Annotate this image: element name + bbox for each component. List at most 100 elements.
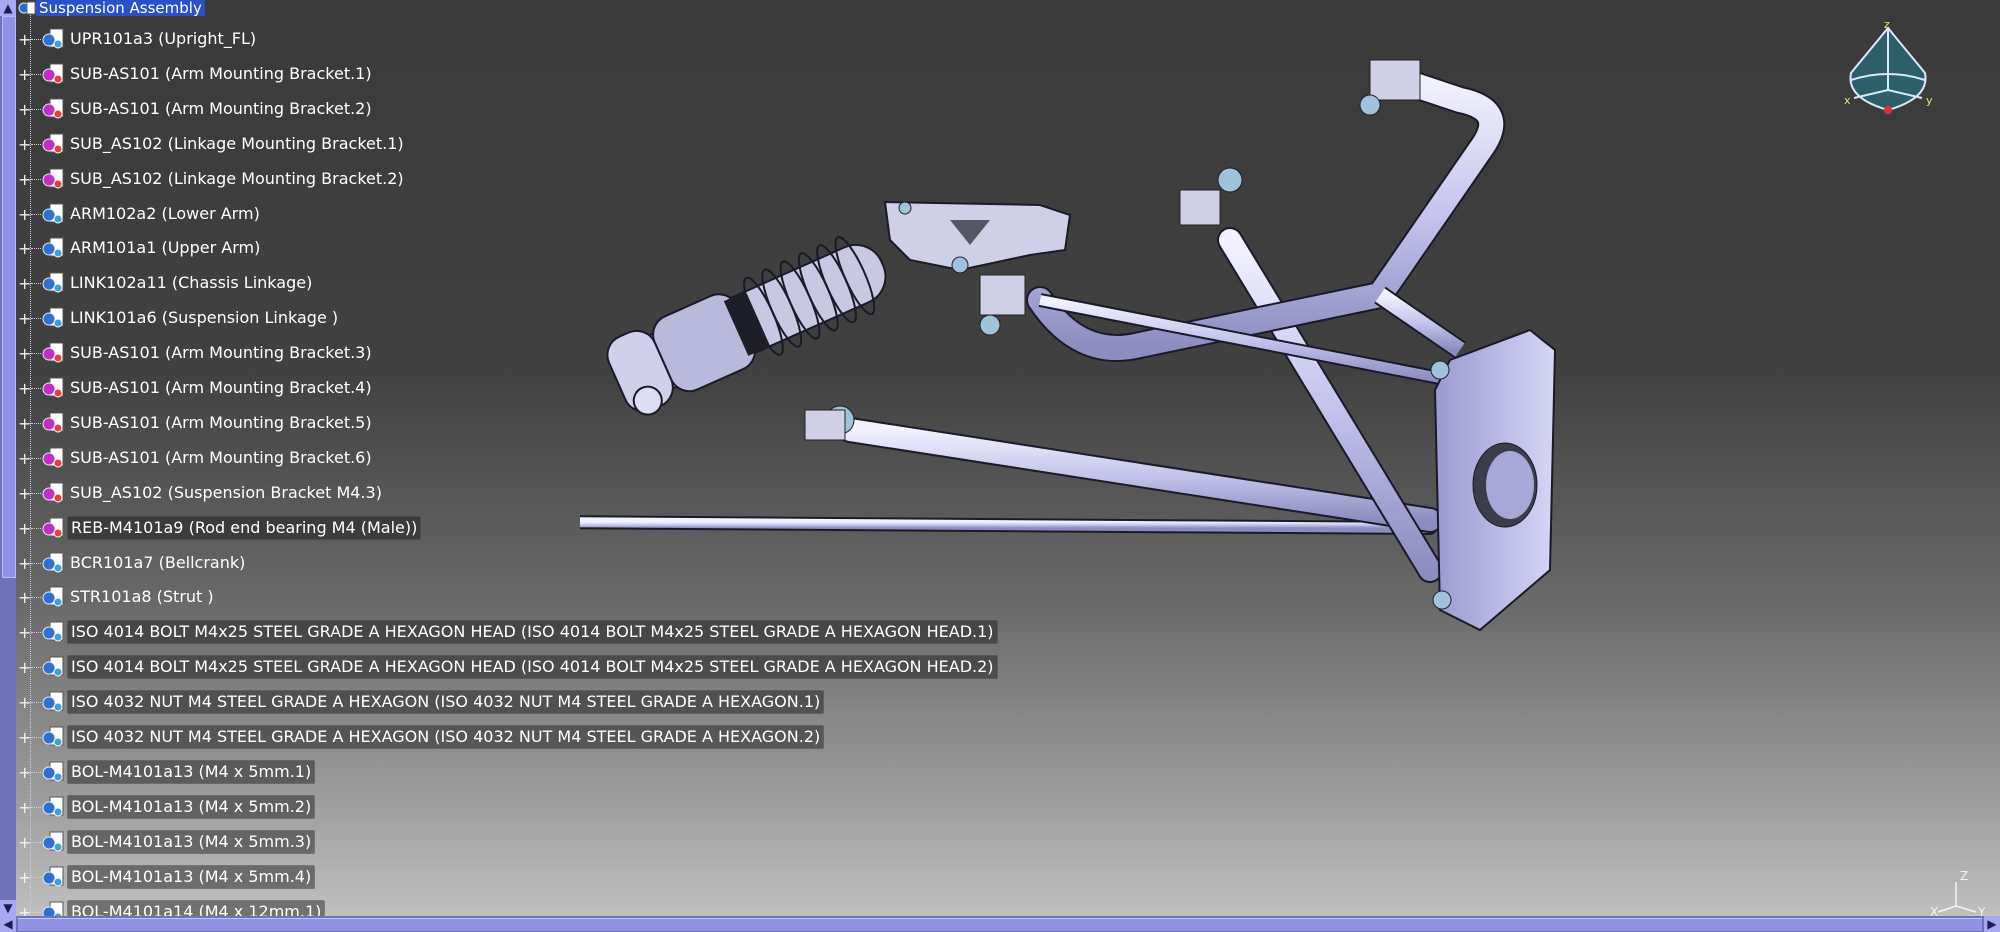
expand-plus-icon[interactable]: +: [18, 240, 31, 256]
tree-row[interactable]: + ARM101a1 (Upper Arm): [16, 234, 263, 262]
tree-item-label[interactable]: SUB-AS101 (Arm Mounting Bracket.4): [67, 377, 375, 399]
subassembly-icon: [42, 133, 64, 154]
part-icon: [42, 552, 64, 573]
tree-branch-line: [31, 876, 41, 878]
tree-item-label[interactable]: SUB-AS101 (Arm Mounting Bracket.3): [67, 342, 375, 364]
expand-plus-icon[interactable]: +: [18, 31, 31, 47]
subassembly-icon: [42, 342, 64, 363]
scroll-right-icon[interactable]: ▶: [1984, 916, 2000, 932]
tree-row[interactable]: + SUB-AS101 (Arm Mounting Bracket.5): [16, 409, 375, 437]
expand-plus-icon[interactable]: +: [18, 485, 31, 501]
tree-item-label[interactable]: BOL-M4101a13 (M4 x 5mm.2): [67, 795, 316, 819]
tree-item-label[interactable]: ARM101a1 (Upper Arm): [67, 237, 263, 259]
vertical-scrollbar[interactable]: ▲ ▼: [0, 0, 16, 916]
tree-row[interactable]: + STR101a8 (Strut ): [16, 583, 217, 611]
tree-item-label[interactable]: LINK101a6 (Suspension Linkage ): [67, 307, 341, 329]
tree-item-label[interactable]: ISO 4014 BOLT M4x25 STEEL GRADE A HEXAGO…: [67, 655, 998, 679]
expand-plus-icon[interactable]: +: [18, 415, 31, 431]
scroll-left-icon[interactable]: ◀: [0, 916, 16, 932]
tree-row[interactable]: + BCR101a7 (Bellcrank): [16, 549, 248, 577]
expand-plus-icon[interactable]: +: [18, 310, 31, 326]
expand-plus-icon[interactable]: +: [18, 206, 31, 222]
tree-row[interactable]: + SUB_AS102 (Linkage Mounting Bracket.1): [16, 130, 407, 158]
tree-row[interactable]: + SUB_AS102 (Suspension Bracket M4.3): [16, 479, 385, 507]
expand-plus-icon[interactable]: +: [18, 694, 31, 710]
tree-row[interactable]: + ARM102a2 (Lower Arm): [16, 200, 263, 228]
tree-row[interactable]: + UPR101a3 (Upright_FL): [16, 25, 259, 53]
tree-row[interactable]: + LINK102a11 (Chassis Linkage): [16, 269, 315, 297]
tree-item-label[interactable]: SUB-AS101 (Arm Mounting Bracket.6): [67, 447, 375, 469]
expand-plus-icon[interactable]: +: [18, 275, 31, 291]
expand-plus-icon[interactable]: +: [18, 624, 31, 640]
axis-triad-icon: Z X Y: [1930, 869, 1986, 918]
tree-branch-line: [31, 422, 41, 424]
tree-item-label[interactable]: SUB_AS102 (Suspension Bracket M4.3): [67, 482, 385, 504]
tree-row[interactable]: + BOL-M4101a13 (M4 x 5mm.3): [16, 828, 316, 856]
tree-item-label[interactable]: ARM102a2 (Lower Arm): [67, 203, 263, 225]
compass-icon[interactable]: z x y: [1840, 18, 1936, 140]
horizontal-scrollbar[interactable]: ◀ ▶: [0, 916, 2000, 932]
expand-plus-icon[interactable]: +: [18, 729, 31, 745]
tree-branch-line: [31, 841, 41, 843]
tree-item-label[interactable]: SUB-AS101 (Arm Mounting Bracket.1): [67, 63, 375, 85]
tree-item-label[interactable]: ISO 4032 NUT M4 STEEL GRADE A HEXAGON (I…: [67, 725, 825, 749]
tree-row[interactable]: + REB-M4101a9 (Rod end bearing M4 (Male)): [16, 514, 422, 542]
horizontal-scroll-thumb[interactable]: [18, 918, 1982, 931]
tree-row[interactable]: + SUB-AS101 (Arm Mounting Bracket.3): [16, 339, 375, 367]
tree-item-label[interactable]: BOL-M4101a13 (M4 x 5mm.3): [67, 830, 316, 854]
expand-plus-icon[interactable]: +: [18, 450, 31, 466]
vertical-scroll-thumb[interactable]: [2, 16, 16, 578]
expand-plus-icon[interactable]: +: [18, 520, 31, 536]
expand-plus-icon[interactable]: +: [18, 764, 31, 780]
scroll-down-icon[interactable]: ▼: [0, 900, 16, 916]
tree-row[interactable]: + SUB-AS101 (Arm Mounting Bracket.6): [16, 444, 375, 472]
tree-row[interactable]: + LINK101a6 (Suspension Linkage ): [16, 304, 341, 332]
tree-row[interactable]: + ISO 4014 BOLT M4x25 STEEL GRADE A HEXAG…: [16, 653, 998, 681]
specification-tree[interactable]: Suspension Assembly + UPR101a3 (Upright_F…: [16, 0, 1016, 924]
tree-row[interactable]: + SUB-AS101 (Arm Mounting Bracket.4): [16, 374, 375, 402]
tree-item-label[interactable]: SUB-AS101 (Arm Mounting Bracket.2): [67, 98, 375, 120]
tree-branch-line: [31, 387, 41, 389]
tree-item-label[interactable]: ISO 4032 NUT M4 STEEL GRADE A HEXAGON (I…: [67, 690, 825, 714]
tree-row[interactable]: + SUB-AS101 (Arm Mounting Bracket.1): [16, 60, 375, 88]
subassembly-icon: [42, 63, 64, 84]
tree-item-label[interactable]: BOL-M4101a13 (M4 x 5mm.4): [67, 865, 316, 889]
tree-item-label[interactable]: BCR101a7 (Bellcrank): [67, 552, 248, 574]
expand-plus-icon[interactable]: +: [18, 380, 31, 396]
tree-row[interactable]: + SUB-AS101 (Arm Mounting Bracket.2): [16, 95, 375, 123]
expand-plus-icon[interactable]: +: [18, 834, 31, 850]
tree-item-label[interactable]: SUB_AS102 (Linkage Mounting Bracket.2): [67, 168, 407, 190]
tree-item-label[interactable]: ISO 4014 BOLT M4x25 STEEL GRADE A HEXAGO…: [67, 620, 998, 644]
expand-plus-icon[interactable]: +: [18, 101, 31, 117]
3d-viewport[interactable]: Suspension Assembly + UPR101a3 (Upright_F…: [0, 0, 2000, 932]
scroll-up-icon[interactable]: ▲: [0, 0, 16, 16]
tree-item-label[interactable]: SUB-AS101 (Arm Mounting Bracket.5): [67, 412, 375, 434]
tree-item-label[interactable]: REB-M4101a9 (Rod end bearing M4 (Male)): [67, 516, 422, 540]
expand-plus-icon[interactable]: +: [18, 171, 31, 187]
tree-row[interactable]: + BOL-M4101a13 (M4 x 5mm.2): [16, 793, 316, 821]
expand-plus-icon[interactable]: +: [18, 345, 31, 361]
tree-row[interactable]: + ISO 4032 NUT M4 STEEL GRADE A HEXAGON (…: [16, 723, 825, 751]
part-icon: [42, 831, 64, 852]
tree-root-label[interactable]: Suspension Assembly: [36, 0, 205, 16]
tree-item-label[interactable]: STR101a8 (Strut ): [67, 586, 217, 608]
tree-row[interactable]: + ISO 4032 NUT M4 STEEL GRADE A HEXAGON (…: [16, 688, 825, 716]
tree-item-label[interactable]: SUB_AS102 (Linkage Mounting Bracket.1): [67, 133, 407, 155]
tree-branch-line: [31, 562, 41, 564]
subassembly-icon: [42, 168, 64, 189]
expand-plus-icon[interactable]: +: [18, 136, 31, 152]
tree-root[interactable]: Suspension Assembly: [18, 0, 205, 16]
tree-row[interactable]: + BOL-M4101a13 (M4 x 5mm.1): [16, 758, 316, 786]
tree-row[interactable]: + BOL-M4101a13 (M4 x 5mm.4): [16, 863, 316, 891]
expand-plus-icon[interactable]: +: [18, 589, 31, 605]
tree-row[interactable]: + SUB_AS102 (Linkage Mounting Bracket.2): [16, 165, 407, 193]
expand-plus-icon[interactable]: +: [18, 555, 31, 571]
tree-item-label[interactable]: LINK102a11 (Chassis Linkage): [67, 272, 315, 294]
expand-plus-icon[interactable]: +: [18, 66, 31, 82]
expand-plus-icon[interactable]: +: [18, 659, 31, 675]
expand-plus-icon[interactable]: +: [18, 869, 31, 885]
tree-item-label[interactable]: BOL-M4101a13 (M4 x 5mm.1): [67, 760, 316, 784]
expand-plus-icon[interactable]: +: [18, 799, 31, 815]
tree-row[interactable]: + ISO 4014 BOLT M4x25 STEEL GRADE A HEXAG…: [16, 618, 998, 646]
tree-item-label[interactable]: UPR101a3 (Upright_FL): [67, 28, 259, 50]
